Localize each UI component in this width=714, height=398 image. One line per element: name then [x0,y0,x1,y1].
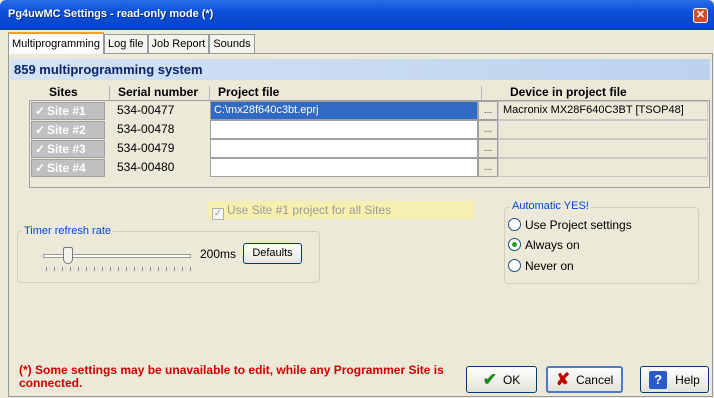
cancel-button[interactable]: ✘ Cancel [546,366,623,393]
tab-multiprogramming[interactable]: Multiprogramming [8,32,105,54]
header-serial: Serial number [118,85,199,99]
automatic-yes-legend: Automatic YES! [510,200,591,212]
header-sites: Sites [49,85,78,99]
site-label: Site #4 [47,161,86,175]
site-row: ✓ Site #3 534-00479 ... [29,139,709,158]
tab-log-file[interactable]: Log file [104,34,148,54]
serial-number: 534-00478 [117,122,175,136]
header-separator [209,86,210,100]
radio-label: Never on [525,259,574,273]
radio-label: Always on [525,238,580,252]
browse-button[interactable]: ... [478,158,498,177]
site-label: Site #2 [47,123,86,137]
browse-button[interactable]: ... [478,120,498,139]
use-all-label: Use Site #1 project for all Sites [227,203,392,217]
help-button[interactable]: ? Help [640,366,709,393]
close-button[interactable]: ✕ [693,8,708,23]
cancel-label: Cancel [575,372,614,387]
tab-sounds[interactable]: Sounds [209,34,255,54]
radio-use-project-settings[interactable]: Use Project settings [508,218,632,232]
readonly-warning: (*) Some settings may be unavailable to … [19,363,444,390]
header-project: Project file [218,85,280,99]
help-label: Help [675,372,700,387]
device-name [498,139,708,158]
check-icon: ✓ [35,104,46,118]
radio-icon [508,218,521,231]
window-title: Pg4uwMC Settings - read-only mode (*) [8,8,214,20]
header-separator [481,86,482,100]
site-label: Site #1 [47,104,86,118]
header-separator [109,86,110,100]
header-device: Device in project file [510,85,627,99]
system-title: 859 multiprogramming system [10,59,710,80]
radio-icon [508,259,521,272]
device-name [498,120,708,139]
site-checkbox-4[interactable]: ✓ Site #4 [31,159,105,177]
ok-label: OK [502,372,521,387]
project-file-field[interactable]: C:\mx28f640c3bt.eprj [210,101,478,120]
serial-number: 534-00477 [117,103,175,117]
site-label: Site #3 [47,142,86,156]
site-checkbox-3[interactable]: ✓ Site #3 [31,140,105,158]
radio-always-on[interactable]: Always on [508,238,580,252]
defaults-button[interactable]: Defaults [243,243,302,264]
radio-never-on[interactable]: Never on [508,259,574,273]
radio-selected-icon [508,238,521,251]
checkmark-icon: ✔ [482,369,497,389]
timer-slider-thumb[interactable] [63,247,73,264]
tab-job-report[interactable]: Job Report [147,34,210,54]
site-row: ✓ Site #1 534-00477 C:\mx28f640c3bt.eprj … [29,101,709,120]
device-name [498,158,708,177]
project-file-field[interactable] [210,120,478,139]
serial-number: 534-00480 [117,160,175,174]
serial-number: 534-00479 [117,141,175,155]
checkbox-check-icon: ✓ [212,208,224,220]
tab-strip: Multiprogramming Log file Job Report Sou… [8,32,255,54]
title-bar: Pg4uwMC Settings - read-only mode (*) ✕ [0,0,714,30]
site-checkbox-1[interactable]: ✓ Site #1 [31,102,105,120]
x-icon: ✘ [555,369,570,389]
site-row: ✓ Site #4 534-00480 ... [29,158,709,177]
check-icon: ✓ [35,142,46,156]
project-file-field[interactable] [210,158,478,177]
check-icon: ✓ [35,123,46,137]
ok-button[interactable]: ✔ OK [466,366,537,393]
check-icon: ✓ [35,161,46,175]
site-row: ✓ Site #2 534-00478 ... [29,120,709,139]
browse-button[interactable]: ... [478,101,498,120]
slider-ticks [46,267,192,271]
use-site1-for-all-checkbox[interactable]: ✓ Use Site #1 project for all Sites [208,201,474,220]
device-name: Macronix MX28F640C3BT [TSOP48] [498,101,708,120]
radio-label: Use Project settings [525,218,632,232]
site-checkbox-2[interactable]: ✓ Site #2 [31,121,105,139]
timer-legend: Timer refresh rate [22,225,114,237]
project-file-field[interactable] [210,139,478,158]
browse-button[interactable]: ... [478,139,498,158]
timer-value: 200ms [200,247,237,261]
help-icon: ? [649,370,668,389]
